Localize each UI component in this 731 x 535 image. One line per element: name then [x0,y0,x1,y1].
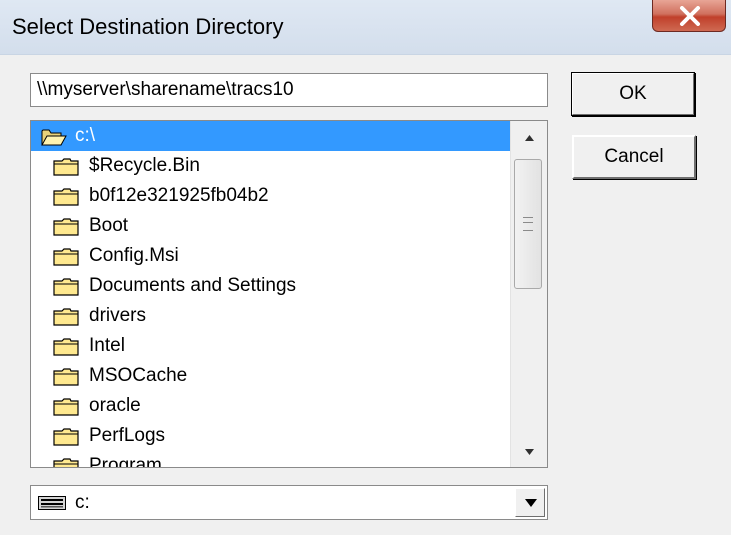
drive-select-value: c: [75,492,90,513]
close-button[interactable] [652,0,726,32]
drive-icon [38,496,66,510]
close-icon [680,6,700,26]
folder-item-c-root[interactable]: c:\ [31,121,511,151]
folder-item[interactable]: $Recycle.Bin [31,151,511,181]
folder-item[interactable]: b0f12e321925fb04b2 [31,181,511,211]
folder-item[interactable]: drivers [31,301,511,331]
path-input[interactable] [30,73,548,107]
folder-item-label: oracle [89,395,141,416]
open-folder-icon [41,129,67,146]
folder-item[interactable]: Documents and Settings [31,271,511,301]
folder-item-label: Documents and Settings [89,275,297,296]
folder-item-label: b0f12e321925fb04b2 [89,185,269,206]
folder-item-label: Config.Msi [89,245,179,266]
folder-item-label: Program [89,455,162,468]
folder-item-label: drivers [89,305,147,326]
folder-item-label: Intel [89,335,125,356]
folder-list[interactable]: c:\ $Recycle.Bin b0f12e321925fb04b2 Boot… [30,120,548,468]
ok-button[interactable]: OK [571,72,695,116]
folder-item-label: $Recycle.Bin [89,155,200,176]
folder-item-label: MSOCache [89,365,188,386]
arrow-up-icon [525,135,534,141]
folder-icon [53,278,79,296]
scroll-down-button[interactable] [511,437,547,467]
folder-item[interactable]: PerfLogs [31,421,511,451]
folder-list-items: c:\ $Recycle.Bin b0f12e321925fb04b2 Boot… [31,121,511,468]
folder-item[interactable]: Config.Msi [31,241,511,271]
folder-icon [53,158,79,176]
scroll-up-button[interactable] [511,121,547,151]
dialog-window: Select Destination Directory OK Cancel c… [0,0,731,535]
folder-item-label: PerfLogs [89,425,166,446]
chevron-down-icon [525,499,537,507]
folder-item[interactable]: Program [31,451,511,468]
drive-select[interactable]: c: [30,485,548,520]
folder-item[interactable]: oracle [31,391,511,421]
folder-item[interactable]: Intel [31,331,511,361]
arrow-down-icon [525,449,534,455]
folder-icon [53,248,79,266]
cancel-button[interactable]: Cancel [572,135,696,179]
window-title: Select Destination Directory [12,14,284,39]
folder-icon [53,458,79,467]
vertical-scrollbar[interactable] [510,121,547,467]
folder-item[interactable]: MSOCache [31,361,511,391]
title-bar[interactable]: Select Destination Directory [0,0,731,55]
folder-icon [53,218,79,236]
folder-icon [53,398,79,416]
folder-icon [53,338,79,356]
folder-icon [53,308,79,326]
scroll-thumb[interactable] [514,159,542,289]
folder-item[interactable]: Boot [31,211,511,241]
folder-icon [53,188,79,206]
dropdown-button[interactable] [515,488,545,517]
folder-icon [53,428,79,446]
folder-icon [53,368,79,386]
grip-icon [523,217,533,231]
folder-item-label: Boot [89,215,129,236]
folder-item-label: c:\ [75,125,96,146]
